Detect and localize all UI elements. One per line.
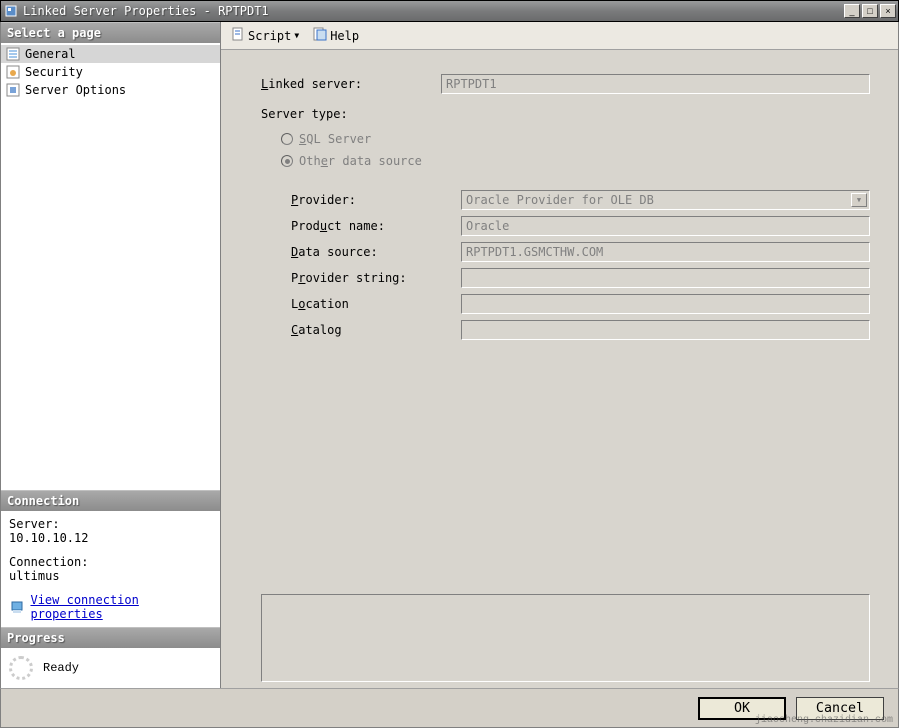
chevron-down-icon: ▼ [294,31,299,40]
server-icon [3,3,19,19]
connection-block: Server: 10.10.10.12 Connection: ultimus … [1,511,220,627]
radio-sql-label: SQL Server [299,132,371,146]
page-item-label: Server Options [25,83,126,97]
help-button[interactable]: Help [309,25,363,46]
page-item-label: Security [25,65,83,79]
connection-label: Connection: [9,555,212,569]
window-title: Linked Server Properties - RPTPDT1 [23,4,844,18]
dialog-body: Select a page General Security Server Op… [0,22,899,688]
page-icon [5,64,21,80]
server-label: Server: [9,517,212,531]
view-connection-properties-link[interactable]: View connection properties [30,593,212,621]
page-list: General Security Server Options [1,43,220,101]
radio-other-label: Other data source [299,154,422,168]
select-page-header: Select a page [1,22,220,43]
page-icon [5,46,21,62]
maximize-button[interactable]: □ [862,4,878,18]
chevron-down-icon: ▼ [851,193,867,207]
left-panel: Select a page General Security Server Op… [1,22,221,688]
page-item-security[interactable]: Security [1,63,220,81]
connection-value: ultimus [9,569,212,583]
server-type-label: Server type: [261,107,441,121]
data-source-field[interactable]: RPTPDT1.GSMCTHW.COM [461,242,870,262]
page-item-label: General [25,47,76,61]
script-button[interactable]: Script ▼ [227,25,303,46]
right-panel: Script ▼ Help Linked server: RPTPDT1 Ser… [221,22,898,688]
form-area: Linked server: RPTPDT1 Server type: SQL … [221,50,898,584]
window-controls: _ □ × [844,4,896,18]
properties-icon [9,599,24,615]
provider-string-label: Provider string: [291,271,461,285]
close-button[interactable]: × [880,4,896,18]
server-value: 10.10.10.12 [9,531,212,545]
provider-label: Provider: [291,193,461,207]
spacer [1,101,220,490]
location-field[interactable] [461,294,870,314]
toolbar: Script ▼ Help [221,22,898,50]
connection-header: Connection [1,490,220,511]
titlebar: Linked Server Properties - RPTPDT1 _ □ × [0,0,899,22]
radio-icon [281,155,293,167]
ok-button[interactable]: OK [698,697,786,720]
progress-header: Progress [1,627,220,648]
progress-block: Ready [1,648,220,688]
location-label: Location [291,297,461,311]
provider-value: Oracle Provider for OLE DB [466,193,654,207]
script-icon [231,27,245,44]
radio-icon [281,133,293,145]
radio-sql-server[interactable]: SQL Server [261,132,870,146]
page-icon [5,82,21,98]
help-icon [313,27,327,44]
page-item-general[interactable]: General [1,45,220,63]
dialog-footer: OK Cancel [0,688,899,728]
radio-other-data-source[interactable]: Other data source [261,154,870,168]
linked-server-field: RPTPDT1 [441,74,870,94]
progress-status: Ready [43,661,79,675]
provider-dropdown[interactable]: Oracle Provider for OLE DB ▼ [461,190,870,210]
help-label: Help [330,29,359,43]
page-item-server-options[interactable]: Server Options [1,81,220,99]
cancel-button[interactable]: Cancel [796,697,884,720]
product-name-field[interactable]: Oracle [461,216,870,236]
data-source-label: Data source: [291,245,461,259]
catalog-label: Catalog [291,323,461,337]
product-name-label: Product name: [291,219,461,233]
catalog-field[interactable] [461,320,870,340]
progress-spinner-icon [9,656,33,680]
linked-server-label: Linked server: [261,77,441,91]
script-label: Script [248,29,291,43]
message-panel [261,594,870,682]
minimize-button[interactable]: _ [844,4,860,18]
provider-string-field[interactable] [461,268,870,288]
